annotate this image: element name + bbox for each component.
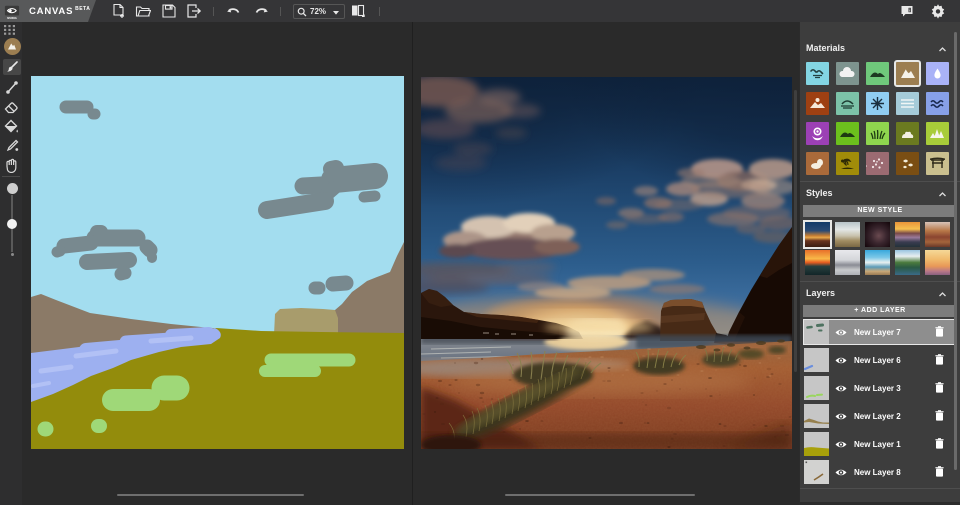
svg-text:NVIDIA: NVIDIA: [7, 16, 17, 20]
